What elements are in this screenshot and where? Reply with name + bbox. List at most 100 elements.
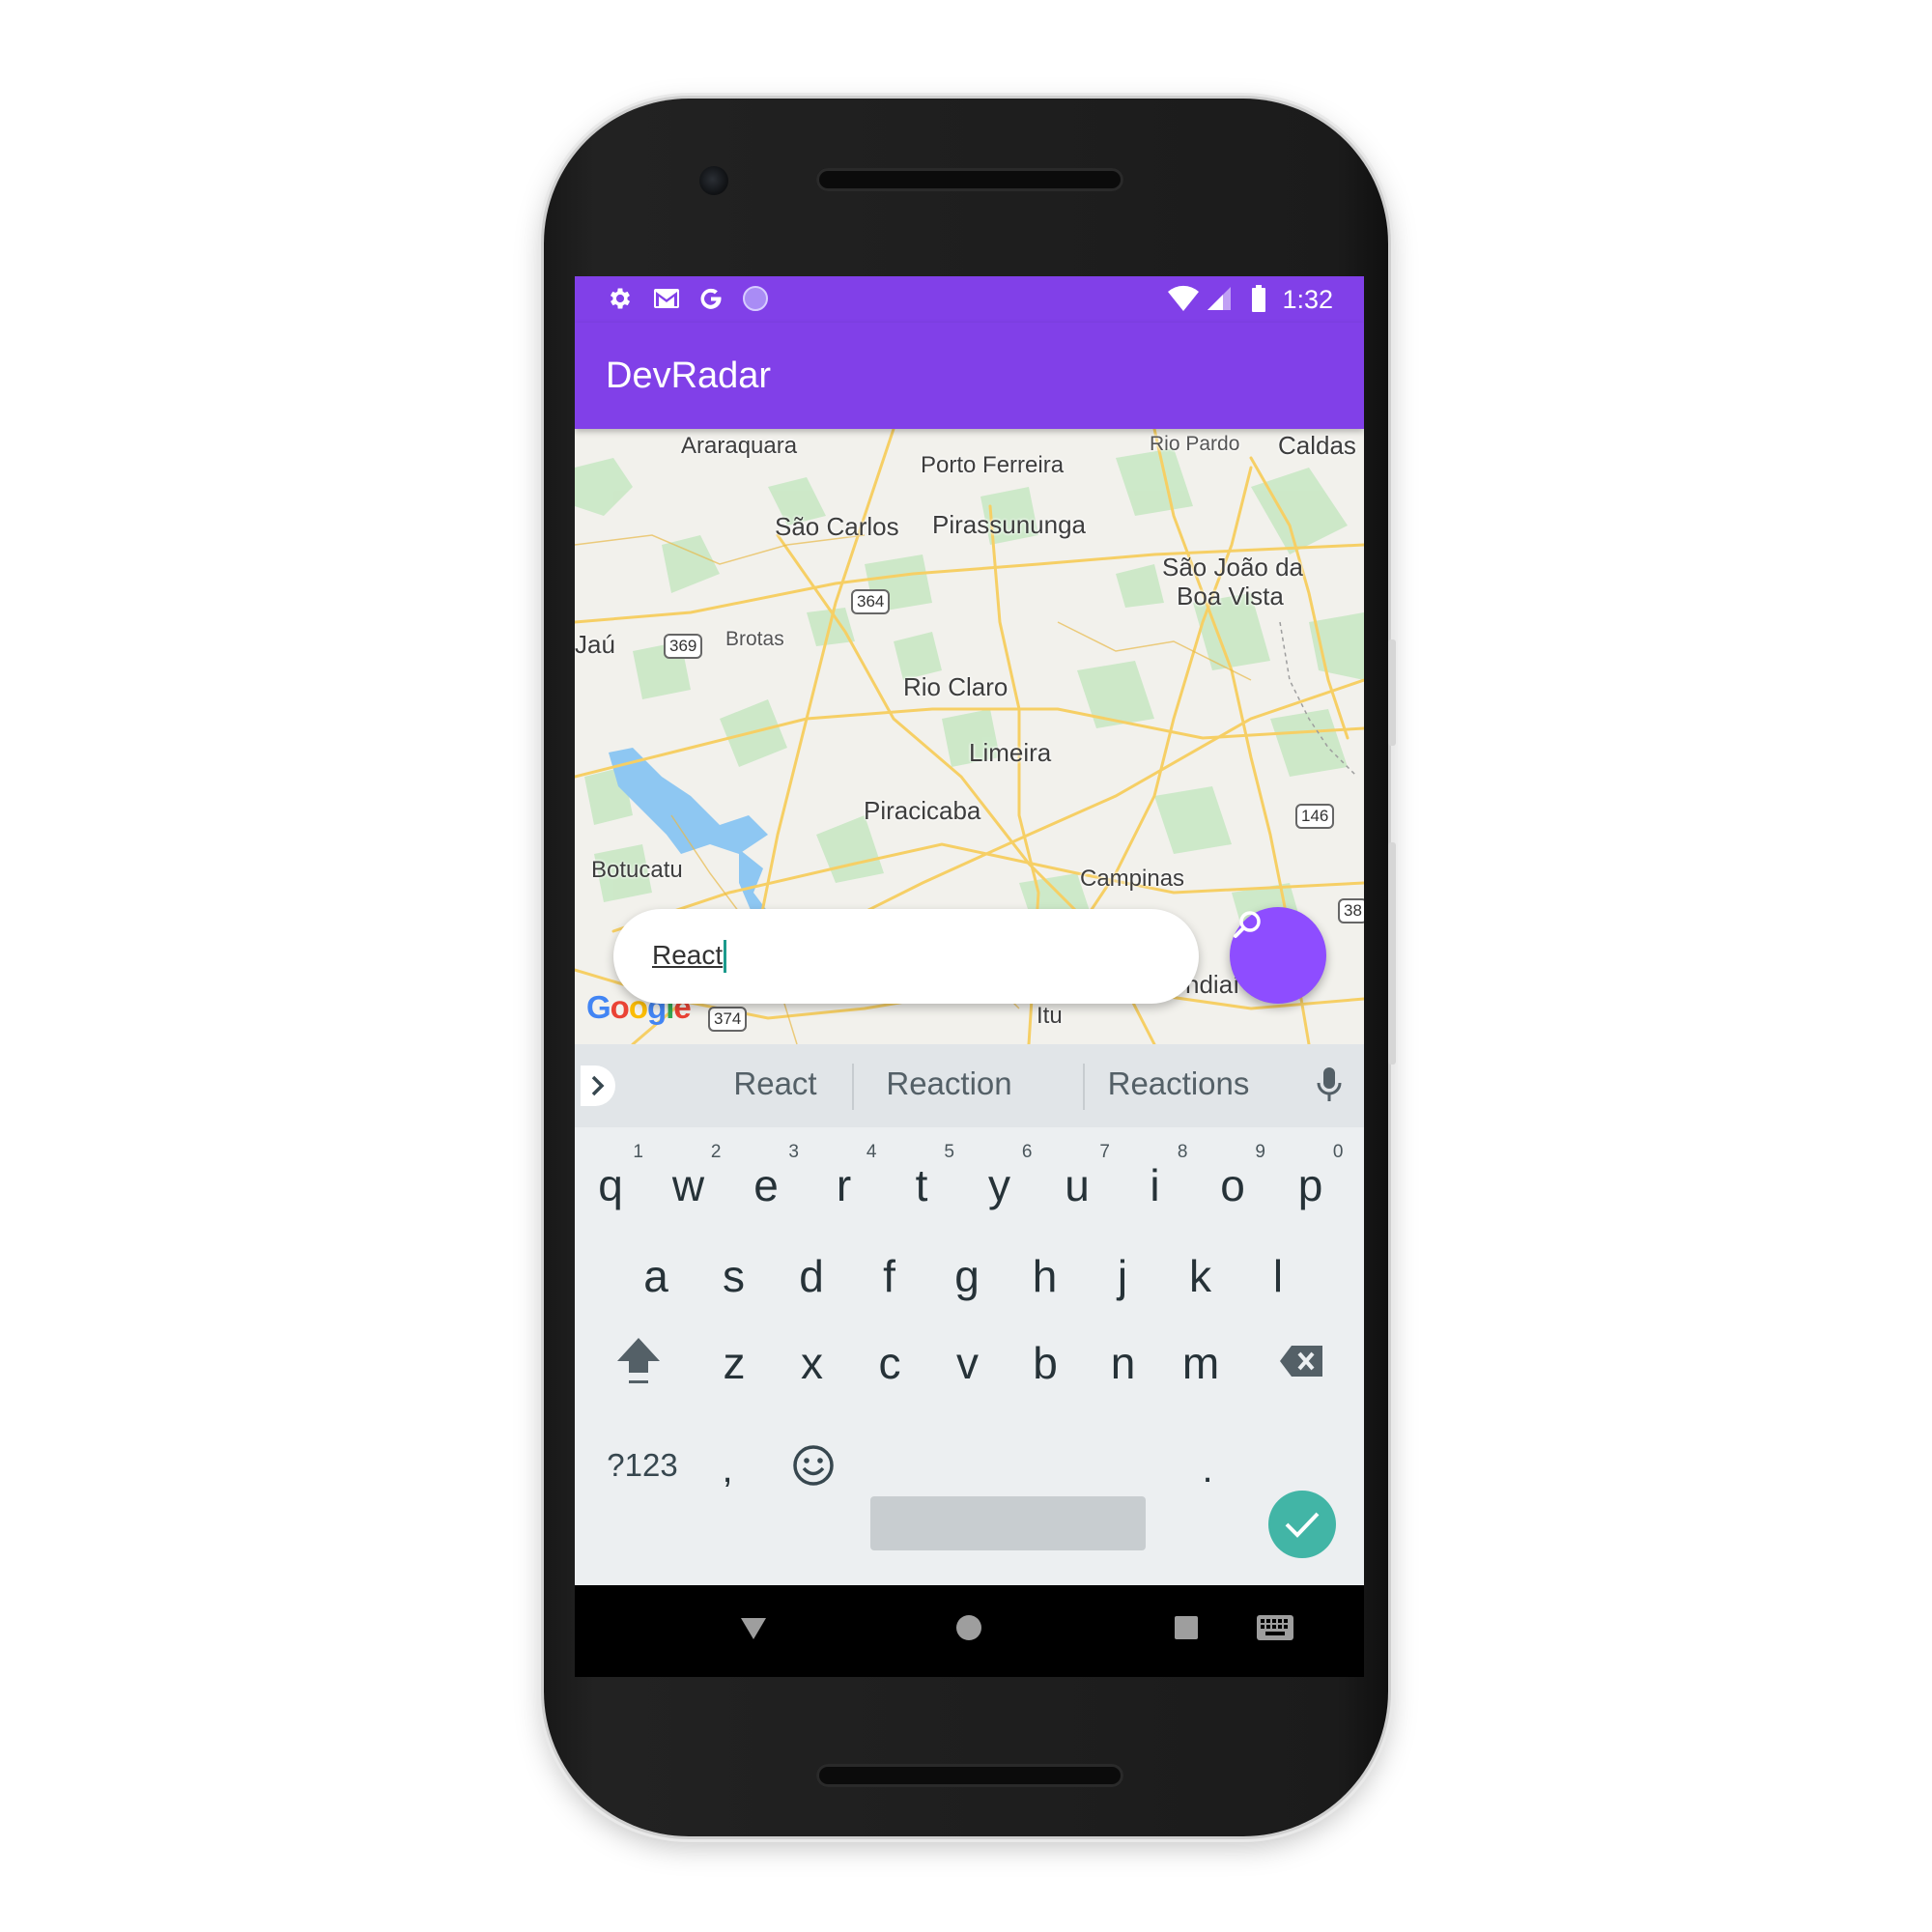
key-label: o: [1220, 1160, 1245, 1210]
key-d[interactable]: d: [773, 1228, 850, 1324]
suggestion-item[interactable]: Reactions: [1092, 1065, 1265, 1102]
key-x[interactable]: x: [774, 1315, 851, 1411]
emoji-key[interactable]: [780, 1417, 847, 1514]
space-bar[interactable]: [870, 1496, 1146, 1550]
city-label: Itu: [1037, 1003, 1063, 1029]
city-label: São João da: [1162, 553, 1304, 582]
road-shield: 146: [1295, 804, 1335, 829]
key-c[interactable]: c: [851, 1315, 928, 1411]
key-i[interactable]: 8i: [1117, 1129, 1194, 1226]
check-icon: [1285, 1512, 1320, 1538]
emoji-icon: [793, 1445, 834, 1486]
front-camera: [699, 166, 728, 195]
key-label: x: [801, 1338, 823, 1388]
home-icon[interactable]: [955, 1614, 982, 1646]
city-label: Rio Pardo: [1150, 433, 1240, 455]
bottom-speaker: [816, 1764, 1123, 1787]
key-label: w: [671, 1160, 705, 1210]
key-label: g: [954, 1251, 980, 1301]
key-m[interactable]: m: [1162, 1315, 1239, 1411]
key-z[interactable]: z: [696, 1315, 773, 1411]
enter-button[interactable]: [1268, 1491, 1336, 1558]
chevron-right-icon: [591, 1075, 605, 1096]
key-label: s: [723, 1251, 745, 1301]
shift-key[interactable]: [600, 1313, 677, 1409]
suggestion-divider: [1083, 1064, 1085, 1110]
keyboard-switch-icon[interactable]: [1256, 1614, 1294, 1646]
symbols-key[interactable]: ?123: [594, 1417, 691, 1514]
key-label: r: [836, 1160, 852, 1210]
backspace-icon: [1280, 1346, 1322, 1377]
city-label: Piracicaba: [864, 796, 981, 825]
key-p[interactable]: 0p: [1272, 1129, 1350, 1226]
microphone-icon[interactable]: [1315, 1065, 1344, 1109]
key-label: e: [753, 1160, 779, 1210]
key-q[interactable]: 1q: [575, 1129, 649, 1226]
period-key[interactable]: .: [1179, 1421, 1236, 1518]
circle-app-icon: [741, 284, 770, 313]
road-shield: 38: [1338, 898, 1364, 923]
signal-icon: [1205, 284, 1234, 313]
key-label: k: [1189, 1251, 1211, 1301]
battery-icon: [1249, 284, 1268, 313]
gear-icon: [606, 284, 635, 313]
search-icon: [1234, 911, 1261, 938]
app-title: DevRadar: [606, 355, 772, 396]
city-label: Caldas: [1278, 431, 1356, 460]
city-label: Botucatu: [591, 857, 683, 883]
map-view[interactable]: Araraquara Porto Ferreira Rio Pardo Cald…: [575, 429, 1364, 1044]
shift-icon: [617, 1338, 660, 1383]
status-time: 1:32: [1282, 285, 1333, 314]
key-e[interactable]: 3e: [727, 1129, 805, 1226]
text-cursor: [724, 940, 726, 973]
key-h[interactable]: h: [1007, 1228, 1084, 1324]
key-g[interactable]: g: [928, 1228, 1006, 1324]
expand-toolbar-button[interactable]: [581, 1065, 615, 1106]
key-j[interactable]: j: [1084, 1228, 1161, 1324]
key-n[interactable]: n: [1085, 1315, 1162, 1411]
search-input[interactable]: React: [652, 940, 723, 971]
key-label: m: [1181, 1338, 1220, 1388]
key-v[interactable]: v: [929, 1315, 1007, 1411]
back-icon[interactable]: [739, 1616, 768, 1646]
search-button[interactable]: [1230, 907, 1326, 1004]
earpiece-speaker: [816, 168, 1123, 191]
suggestion-item[interactable]: React: [691, 1065, 860, 1102]
key-y[interactable]: 6y: [961, 1129, 1038, 1226]
road-shield: 364: [851, 589, 891, 614]
key-o[interactable]: 9o: [1194, 1129, 1271, 1226]
key-t[interactable]: 5t: [883, 1129, 960, 1226]
key-l[interactable]: l: [1239, 1228, 1317, 1324]
key-label: h: [1032, 1251, 1058, 1301]
city-label: Campinas: [1080, 866, 1185, 892]
suggestion-item[interactable]: Reaction: [865, 1065, 1034, 1102]
key-label: j: [1117, 1251, 1128, 1301]
key-u[interactable]: 7u: [1038, 1129, 1116, 1226]
key-b[interactable]: b: [1007, 1315, 1084, 1411]
key-label: q: [598, 1160, 623, 1210]
key-label: i: [1150, 1160, 1160, 1210]
key-label: a: [643, 1251, 668, 1301]
volume-button: [1388, 842, 1396, 1065]
screen: 1:32 DevRadar Araraquara Porto Ferreira …: [575, 276, 1364, 1677]
key-label: z: [723, 1338, 746, 1388]
key-label: t: [915, 1160, 928, 1210]
city-label: Pirassununga: [932, 510, 1086, 539]
key-label: l: [1272, 1251, 1284, 1301]
key-r[interactable]: 4r: [806, 1129, 883, 1226]
key-label: y: [988, 1160, 1010, 1210]
key-label: n: [1110, 1338, 1136, 1388]
key-w[interactable]: 2w: [650, 1129, 727, 1226]
recents-icon[interactable]: [1174, 1615, 1199, 1645]
key-a[interactable]: a: [617, 1228, 695, 1324]
city-label: São Carlos: [775, 512, 899, 541]
city-label: Limeira: [969, 738, 1052, 767]
key-f[interactable]: f: [851, 1228, 928, 1324]
key-label: d: [799, 1251, 824, 1301]
key-s[interactable]: s: [696, 1228, 773, 1324]
search-box[interactable]: React: [613, 909, 1199, 1004]
key-k[interactable]: k: [1162, 1228, 1239, 1324]
power-button: [1388, 639, 1396, 746]
comma-key[interactable]: ,: [698, 1421, 756, 1518]
backspace-key[interactable]: [1263, 1313, 1340, 1409]
